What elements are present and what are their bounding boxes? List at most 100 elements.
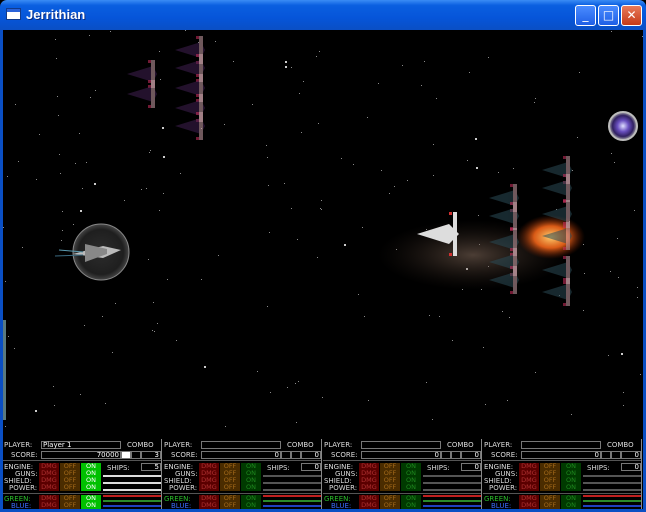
- blue-on-indicator: ON: [241, 502, 261, 509]
- blue-off-indicator: OFF: [540, 502, 560, 509]
- divider: [323, 460, 481, 461]
- red-bar: [103, 495, 161, 497]
- combo-meter-2: [291, 451, 301, 459]
- player-name-field: [521, 441, 601, 449]
- combo-label: COMBO: [127, 441, 154, 449]
- green-bar: [263, 500, 321, 502]
- blue-label: BLUE:: [331, 502, 352, 510]
- blue-bar: [103, 505, 161, 507]
- power-dmg-indicator: DMG: [359, 484, 379, 491]
- player-label: PLAYER:: [4, 441, 33, 449]
- app-window-icon: [6, 8, 21, 20]
- ships-label: SHIPS:: [267, 464, 290, 472]
- player-label: PLAYER:: [324, 441, 353, 449]
- power-off-indicator: OFF: [380, 484, 400, 491]
- ships-value: 0: [621, 463, 641, 471]
- player-label: PLAYER:: [164, 441, 193, 449]
- blue-off-indicator: OFF: [380, 502, 400, 509]
- divider: [163, 493, 321, 494]
- red-bar: [263, 495, 321, 497]
- score-value: 0: [201, 451, 281, 459]
- blue-dmg-indicator: DMG: [359, 502, 379, 509]
- power-dmg-indicator: DMG: [39, 484, 59, 491]
- close-button[interactable]: ✕: [621, 5, 642, 26]
- game-viewport[interactable]: [3, 30, 643, 439]
- blue-label: BLUE:: [171, 502, 192, 510]
- blue-dmg-indicator: DMG: [39, 502, 59, 509]
- player-panel-3: PLAYER: COMBO SCORE: 0 0 ENGINE: DMG OFF ON GUNS:…: [323, 439, 482, 510]
- ships-label: SHIPS:: [107, 464, 130, 472]
- combo-meter-2: [451, 451, 461, 459]
- divider: [483, 460, 641, 461]
- blue-label: BLUE:: [491, 502, 512, 510]
- player-panel-4: PLAYER: COMBO SCORE: 0 0 ENGINE: DMG OFF ON GUNS:…: [483, 439, 642, 510]
- game-scene: [3, 30, 643, 427]
- power-on-indicator: ON: [401, 484, 421, 491]
- power-dmg-indicator: DMG: [519, 484, 539, 491]
- power-bar: [263, 489, 321, 491]
- blue-bar: [423, 505, 481, 507]
- ships-value: 5: [141, 463, 161, 471]
- blue-off-indicator: OFF: [60, 502, 80, 509]
- combo-value: 0: [301, 451, 321, 459]
- power-off-indicator: OFF: [220, 484, 240, 491]
- power-dmg-indicator: DMG: [199, 484, 219, 491]
- divider: [3, 493, 161, 494]
- score-label: SCORE:: [171, 451, 198, 459]
- ships-label: SHIPS:: [427, 464, 450, 472]
- minimize-button[interactable]: _: [575, 5, 596, 26]
- combo-meter-2: [611, 451, 621, 459]
- player-status-hud: PLAYER: Player 1 COMBO SCORE: 70000 3 ENGINE: D…: [3, 439, 643, 510]
- maximize-button[interactable]: □: [598, 5, 619, 26]
- shield-bar: [263, 482, 321, 484]
- power-bar: [583, 489, 641, 491]
- combo-meter-2: [131, 451, 141, 459]
- score-value: 70000: [41, 451, 121, 459]
- blue-bar: [263, 505, 321, 507]
- ships-value: 0: [461, 463, 481, 471]
- score-label: SCORE:: [331, 451, 358, 459]
- title-bar[interactable]: Jerrithian _ □ ✕: [0, 0, 646, 30]
- combo-value: 3: [141, 451, 161, 459]
- combo-meter: [281, 451, 291, 459]
- player-name-field: [201, 441, 281, 449]
- score-value: 0: [521, 451, 601, 459]
- edge-debris: [3, 320, 6, 420]
- guns-bar: [103, 475, 161, 477]
- combo-label: COMBO: [607, 441, 634, 449]
- player-panel-1: PLAYER: Player 1 COMBO SCORE: 70000 3 ENGINE: D…: [3, 439, 162, 510]
- guns-bar: [263, 475, 321, 477]
- divider: [163, 460, 321, 461]
- green-bar: [583, 500, 641, 502]
- ships-value: 0: [301, 463, 321, 471]
- power-off-indicator: OFF: [540, 484, 560, 491]
- window-title: Jerrithian: [26, 7, 86, 22]
- power-label: POWER:: [9, 484, 38, 492]
- guns-bar: [423, 475, 481, 477]
- shield-bar: [583, 482, 641, 484]
- combo-meter: [441, 451, 451, 459]
- power-off-indicator: OFF: [60, 484, 80, 491]
- blue-dmg-indicator: DMG: [199, 502, 219, 509]
- power-bar: [423, 489, 481, 491]
- score-label: SCORE:: [11, 451, 38, 459]
- combo-value: 0: [621, 451, 641, 459]
- blue-on-indicator: ON: [561, 502, 581, 509]
- blue-on-indicator: ON: [401, 502, 421, 509]
- ships-label: SHIPS:: [587, 464, 610, 472]
- green-bar: [103, 500, 161, 502]
- enemy-fleet: [127, 36, 572, 306]
- combo-meter: [121, 451, 131, 459]
- player-label: PLAYER:: [484, 441, 513, 449]
- powerup-orb-icon: [608, 111, 638, 141]
- blue-on-indicator: ON: [81, 502, 101, 509]
- player-name-field: Player 1: [41, 441, 121, 449]
- score-value: 0: [361, 451, 441, 459]
- score-label: SCORE:: [491, 451, 518, 459]
- combo-label: COMBO: [447, 441, 474, 449]
- green-bar: [423, 500, 481, 502]
- blue-off-indicator: OFF: [220, 502, 240, 509]
- divider: [483, 493, 641, 494]
- shield-bar: [423, 482, 481, 484]
- power-on-indicator: ON: [241, 484, 261, 491]
